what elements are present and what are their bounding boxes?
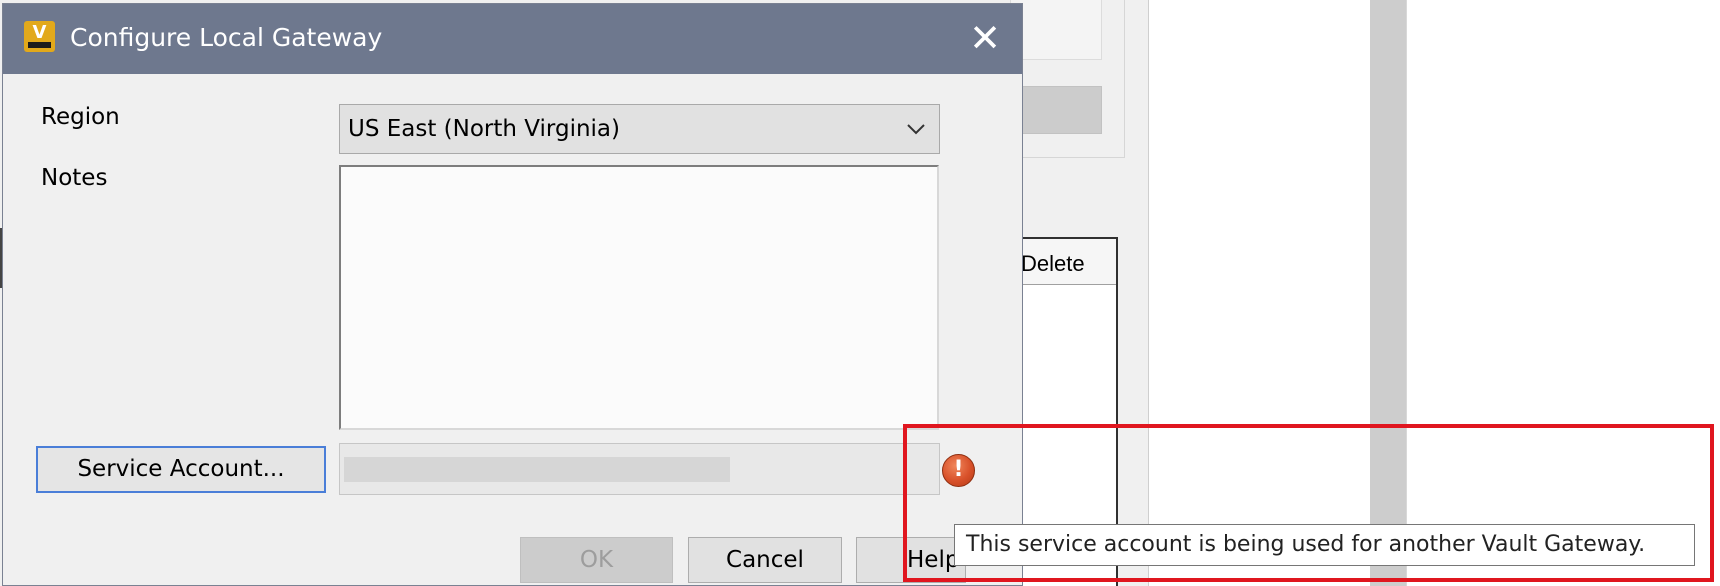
cancel-button[interactable]: Cancel <box>688 537 842 583</box>
app-icon-letter: V <box>32 22 47 43</box>
notes-label: Notes <box>41 165 108 191</box>
app-icon-band <box>28 42 51 48</box>
region-label: Region <box>41 104 120 130</box>
service-account-button[interactable]: Service Account... <box>36 446 326 493</box>
region-selected-value: US East (North Virginia) <box>348 116 620 142</box>
background-input-field[interactable] <box>1010 0 1102 60</box>
notes-textarea[interactable] <box>339 165 939 430</box>
region-dropdown[interactable]: US East (North Virginia) <box>339 104 940 154</box>
close-button[interactable]: ✕ <box>960 14 1010 62</box>
redacted-account-name <box>344 457 730 482</box>
vault-app-icon: V <box>24 21 55 52</box>
red-highlight-annotation <box>903 424 1714 582</box>
background-button[interactable] <box>1022 86 1102 134</box>
ok-button[interactable]: OK <box>520 537 673 583</box>
grid-column-header-delete[interactable]: Delete <box>1021 251 1085 277</box>
chevron-down-icon <box>907 124 925 135</box>
dialog-title: Configure Local Gateway <box>70 23 383 52</box>
